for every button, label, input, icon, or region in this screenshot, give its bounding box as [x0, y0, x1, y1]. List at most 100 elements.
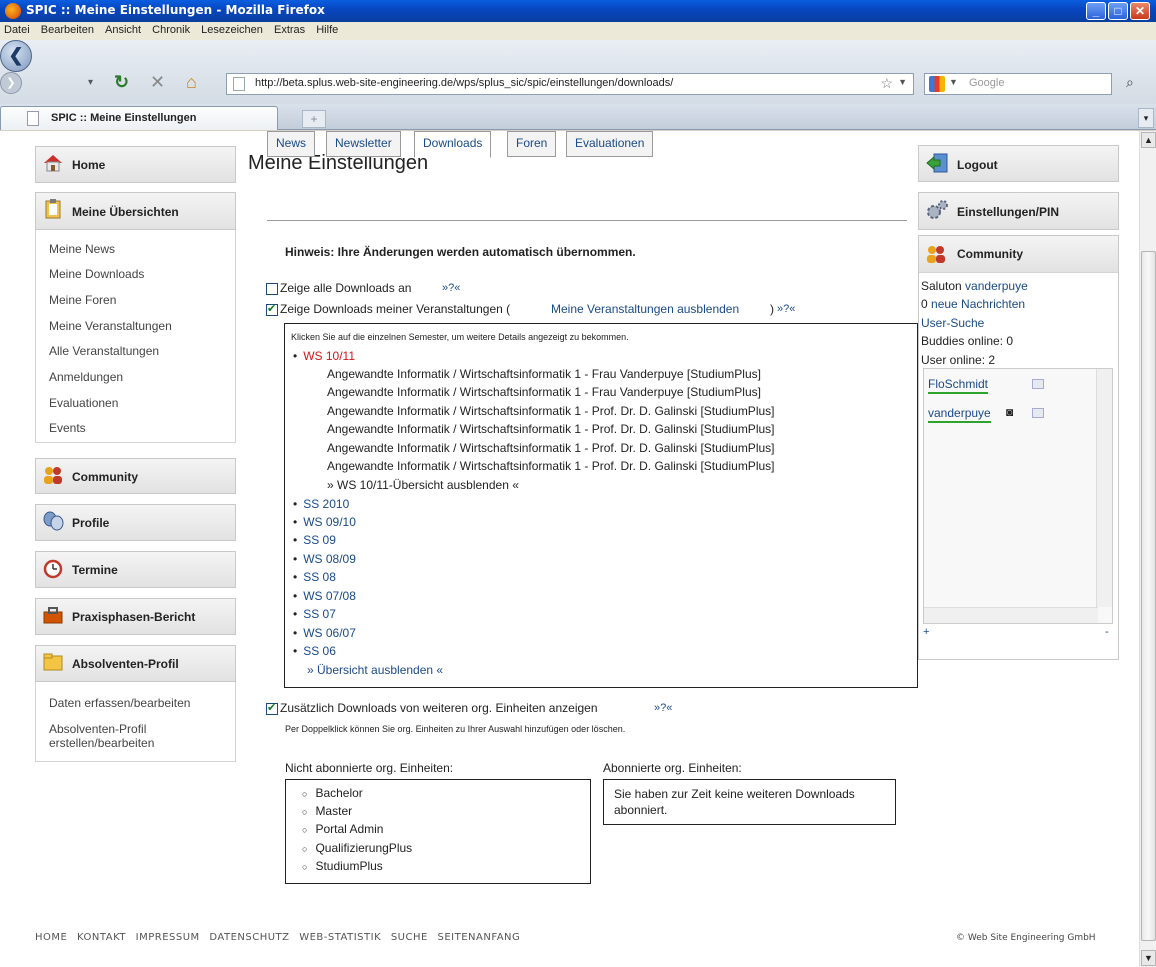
semester-label[interactable]: WS 09/10 — [303, 515, 356, 529]
user-search-link[interactable]: User-Suche — [921, 316, 984, 330]
course-item[interactable]: Angewandte Informatik / Wirtschaftsinfor… — [327, 367, 761, 381]
search-engine-dropdown-icon[interactable]: ▼ — [949, 77, 958, 87]
subscribed-list[interactable]: Sie haben zur Zeit keine weiteren Downlo… — [603, 779, 896, 825]
org-unit-item[interactable]: Bachelor — [302, 786, 362, 800]
semester-ws-10-11[interactable]: WS 10/11 — [293, 349, 355, 363]
settings-pin-button[interactable]: Einstellungen/PIN — [918, 192, 1119, 230]
checkbox-other-units[interactable] — [266, 701, 278, 715]
course-item[interactable]: Angewandte Informatik / Wirtschaftsinfor… — [327, 422, 775, 436]
menu-lesezeichen[interactable]: Lesezeichen — [197, 22, 267, 36]
tab-evaluationen[interactable]: Evaluationen — [566, 131, 654, 157]
hide-my-courses-link[interactable]: Meine Veranstaltungen ausblenden — [551, 302, 739, 316]
semester-label[interactable]: SS 06 — [303, 644, 336, 658]
semester-label[interactable]: SS 09 — [303, 533, 336, 547]
link-daten-erfassen[interactable]: Daten erfassen/bearbeiten — [36, 696, 190, 710]
back-button[interactable]: ❮ — [0, 40, 32, 72]
link-meine-downloads[interactable]: Meine Downloads — [36, 267, 144, 281]
semester-label[interactable]: WS 07/08 — [303, 589, 356, 603]
new-tab-button[interactable]: + — [302, 110, 326, 128]
link-absolventen-profil-erstellen[interactable]: Absolventen-Profil erstellen/bearbeiten — [36, 722, 176, 750]
link-alle-veranstaltungen[interactable]: Alle Veranstaltungen — [36, 344, 159, 358]
footer-link-impressum[interactable]: IMPRESSUM — [136, 932, 200, 943]
stop-icon[interactable]: ✕ — [150, 72, 165, 92]
page-scrollbar[interactable]: ▲ ▼ — [1139, 131, 1156, 967]
org-unit-item[interactable]: Master — [302, 804, 352, 818]
scroll-up-button[interactable]: ▲ — [1141, 132, 1156, 148]
org-unit-item[interactable]: StudiumPlus — [302, 859, 382, 873]
url-bar[interactable]: http://beta.splus.web-site-engineering.d… — [226, 73, 914, 95]
buddy-floschmidt[interactable]: FloSchmidt — [928, 377, 989, 394]
message-icon[interactable] — [1032, 379, 1044, 389]
search-icon[interactable]: ⌕ — [1126, 74, 1134, 91]
help-link-all-downloads[interactable]: »?« — [442, 282, 460, 294]
semester-label[interactable]: WS 06/07 — [303, 626, 356, 640]
buddy-list-vscrollbar[interactable] — [1096, 369, 1112, 607]
url-dropdown-icon[interactable]: ▼ — [898, 77, 907, 87]
link-anmeldungen[interactable]: Anmeldungen — [36, 370, 123, 384]
logout-button[interactable]: Logout — [918, 145, 1119, 182]
nav-community[interactable]: Community — [35, 458, 236, 494]
current-user-link[interactable]: vanderpuye — [965, 279, 1028, 293]
semester-label[interactable]: SS 07 — [303, 607, 336, 621]
new-messages-link[interactable]: neue Nachrichten — [931, 297, 1025, 311]
browser-tab[interactable]: SPIC :: Meine Einstellungen — [0, 106, 278, 130]
menu-datei[interactable]: Datei — [0, 22, 34, 36]
hide-overview-link[interactable]: » Übersicht ausblenden « — [307, 663, 443, 677]
footer-link-datenschutz[interactable]: DATENSCHUTZ — [209, 932, 289, 943]
org-unit-item[interactable]: QualifizierungPlus — [302, 841, 412, 855]
org-unit-item[interactable]: Portal Admin — [302, 822, 383, 836]
remove-buddy-button[interactable]: - — [1105, 626, 1109, 638]
nav-termine[interactable]: Termine — [35, 551, 236, 588]
tab-foren[interactable]: Foren — [507, 131, 557, 157]
bookmark-star-icon[interactable]: ☆ — [880, 75, 893, 92]
menu-bearbeiten[interactable]: Bearbeiten — [37, 22, 98, 36]
link-meine-veranstaltungen[interactable]: Meine Veranstaltungen — [36, 319, 172, 333]
semester-label[interactable]: SS 08 — [303, 570, 336, 584]
scroll-down-button[interactable]: ▼ — [1141, 950, 1156, 966]
minimize-button[interactable]: _ — [1086, 2, 1106, 20]
link-evaluationen[interactable]: Evaluationen — [36, 396, 118, 410]
search-bar[interactable]: ▼ Google — [924, 73, 1112, 95]
link-meine-foren[interactable]: Meine Foren — [36, 293, 116, 307]
add-buddy-button[interactable]: + — [923, 626, 929, 638]
nav-home[interactable]: Home — [35, 146, 236, 183]
course-item[interactable]: Angewandte Informatik / Wirtschaftsinfor… — [327, 459, 775, 473]
link-events[interactable]: Events — [36, 421, 86, 435]
course-item[interactable]: Angewandte Informatik / Wirtschaftsinfor… — [327, 385, 761, 399]
semester-label[interactable]: WS 08/09 — [303, 552, 356, 566]
course-item[interactable]: Angewandte Informatik / Wirtschaftsinfor… — [327, 404, 775, 418]
forward-button[interactable]: ❯ — [0, 72, 22, 94]
checkbox-all-downloads[interactable] — [266, 283, 278, 295]
checkbox-my-courses-downloads[interactable] — [266, 302, 278, 316]
buddy-vanderpuye[interactable]: vanderpuye — [928, 406, 991, 423]
menu-extras[interactable]: Extras — [270, 22, 309, 36]
hide-ws-10-11-link[interactable]: » WS 10/11-Übersicht ausblenden « — [327, 478, 519, 492]
history-dropdown-icon[interactable]: ▾ — [88, 73, 93, 93]
menu-ansicht[interactable]: Ansicht — [101, 22, 145, 36]
nav-absolventen-profil[interactable]: Absolventen-Profil — [35, 645, 236, 682]
footer-link-kontakt[interactable]: KONTAKT — [77, 932, 126, 943]
tab-newsletter[interactable]: Newsletter — [326, 131, 401, 157]
tab-list-button[interactable]: ▾ — [1138, 108, 1154, 128]
footer-link-suche[interactable]: SUCHE — [391, 932, 428, 943]
home-icon[interactable]: ⌂ — [186, 72, 197, 92]
maximize-button[interactable]: □ — [1108, 2, 1128, 20]
tab-downloads[interactable]: Downloads — [414, 131, 492, 158]
tab-news[interactable]: News — [267, 131, 316, 157]
menu-chronik[interactable]: Chronik — [148, 22, 194, 36]
footer-link-seitenanfang[interactable]: SEITENANFANG — [438, 932, 521, 943]
nav-meine-uebersichten[interactable]: Meine Übersichten — [35, 192, 236, 230]
scroll-thumb[interactable] — [1141, 251, 1156, 941]
not-subscribed-list[interactable]: Bachelor Master Portal Admin Qualifizier… — [285, 779, 591, 884]
semester-ws-10-11-label[interactable]: WS 10/11 — [303, 349, 355, 363]
footer-link-web-statistik[interactable]: WEB-STATISTIK — [299, 932, 381, 943]
nav-profile[interactable]: Profile — [35, 504, 236, 541]
buddy-list[interactable]: FloSchmidt vanderpuye ◙ — [923, 368, 1113, 624]
help-link-my-courses[interactable]: »?« — [777, 303, 795, 315]
close-button[interactable]: ✕ — [1130, 2, 1150, 20]
link-meine-news[interactable]: Meine News — [36, 242, 115, 256]
buddy-list-hscrollbar[interactable] — [924, 607, 1098, 623]
semester-label[interactable]: SS 2010 — [303, 497, 349, 511]
footer-link-home[interactable]: HOME — [35, 932, 67, 943]
course-item[interactable]: Angewandte Informatik / Wirtschaftsinfor… — [327, 441, 775, 455]
